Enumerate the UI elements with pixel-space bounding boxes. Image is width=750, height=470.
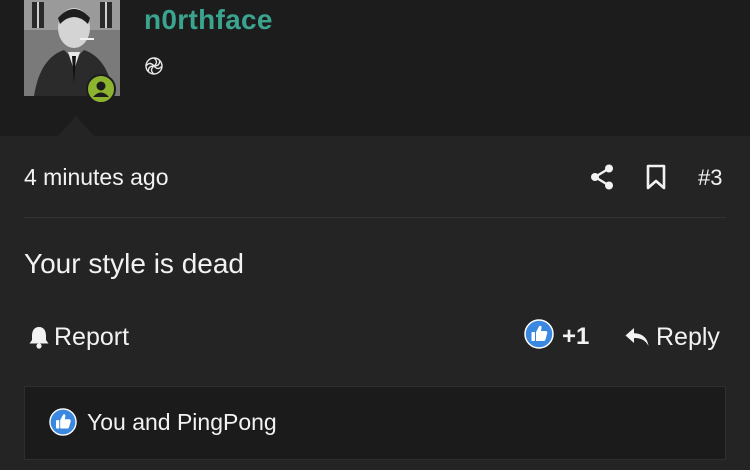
bell-icon [29, 327, 49, 349]
post-pointer [58, 116, 94, 136]
post-timestamp[interactable]: 4 minutes ago [24, 164, 168, 191]
reply-button[interactable]: Reply [624, 321, 720, 353]
share-icon[interactable] [590, 164, 614, 190]
user-icon [93, 81, 109, 97]
user-strip: n0rthface [0, 0, 750, 136]
like-count[interactable]: +1 [562, 323, 589, 351]
reply-arrow-icon [625, 328, 649, 346]
reply-label: Reply [656, 322, 720, 351]
divider [24, 217, 726, 218]
report-label: Report [54, 322, 130, 351]
bookmark-icon[interactable] [645, 164, 667, 190]
post-card: 4 minutes ago #3 Your style is dead Repo… [0, 136, 750, 470]
report-button[interactable]: Report [28, 321, 129, 353]
username-link[interactable]: n0rthface [144, 4, 273, 36]
online-status-badge [86, 74, 116, 104]
page: n0rthface 4 minutes ago #3 Your style is… [0, 0, 750, 470]
post-number-link[interactable]: #3 [698, 165, 722, 191]
thumbs-up-icon[interactable] [524, 319, 554, 349]
post-body: Your style is dead [24, 248, 244, 279]
reactions-text: You and PingPong [87, 409, 277, 435]
thumbs-up-icon [49, 408, 77, 436]
reactions-summary[interactable]: You and PingPong [24, 386, 726, 460]
role-icon [145, 57, 163, 75]
